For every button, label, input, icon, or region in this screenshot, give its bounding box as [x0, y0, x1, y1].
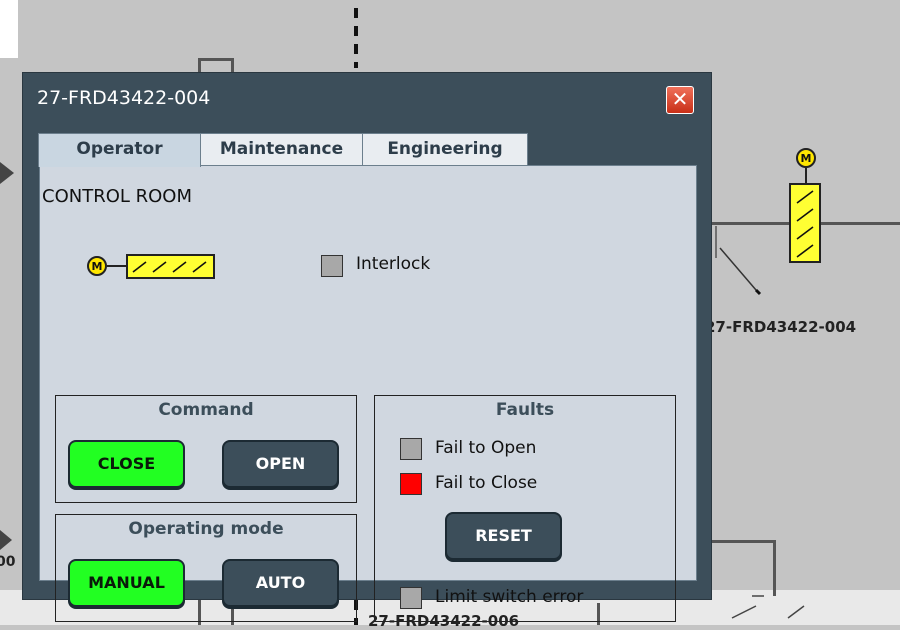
- reset-button[interactable]: RESET: [445, 512, 562, 560]
- left-edge-text: 00: [0, 554, 16, 570]
- interlock-indicator: [321, 255, 343, 277]
- dashed-line-top: [354, 8, 358, 68]
- operating-mode-title: Operating mode: [128, 519, 284, 539]
- fail-to-close-label: Fail to Close: [435, 473, 538, 493]
- damper-valve-icon: [126, 254, 215, 279]
- motor-shaft: [107, 265, 127, 267]
- tab-maintenance[interactable]: Maintenance: [200, 133, 363, 165]
- close-icon[interactable]: ✕: [666, 86, 694, 114]
- fail-to-close-indicator: [400, 473, 422, 495]
- background-diagram-lines: [715, 226, 805, 619]
- pipe-segment: [198, 58, 234, 61]
- faults-group-title: Faults: [495, 400, 555, 420]
- operator-tab-panel: CONTROL ROOM M Interlock Command CLOSE O…: [39, 165, 697, 622]
- location-label: CONTROL ROOM: [42, 186, 192, 207]
- fail-to-open-indicator: [400, 438, 422, 460]
- flow-arrow-icon: [0, 530, 12, 550]
- limit-switch-error-label: Limit switch error: [435, 587, 584, 607]
- motor-stem: [805, 168, 807, 184]
- fail-to-open-label: Fail to Open: [435, 438, 537, 458]
- close-command-button[interactable]: CLOSE: [68, 440, 185, 488]
- open-command-button[interactable]: OPEN: [222, 440, 339, 488]
- valve-tag-label[interactable]: 27-FRD43422-004: [705, 318, 856, 336]
- damper-valve-icon[interactable]: [789, 183, 821, 263]
- command-group: Command CLOSE OPEN: [55, 395, 357, 503]
- background-white-strip: [0, 0, 18, 58]
- operating-mode-group: Operating mode MANUAL AUTO: [55, 514, 357, 622]
- tab-engineering[interactable]: Engineering: [362, 133, 528, 165]
- motor-icon: M: [87, 256, 107, 276]
- interlock-label: Interlock: [356, 254, 431, 274]
- manual-mode-button[interactable]: MANUAL: [68, 559, 185, 607]
- motor-icon[interactable]: M: [796, 148, 816, 168]
- command-group-title: Command: [158, 400, 254, 420]
- dialog-title: 27-FRD43422-004: [37, 87, 211, 109]
- valve-faceplate-dialog: 27-FRD43422-004 ✕ Operator Maintenance E…: [22, 72, 712, 622]
- faults-group: Faults Fail to Open Fail to Close RESET …: [374, 395, 676, 622]
- auto-mode-button[interactable]: AUTO: [222, 559, 339, 607]
- limit-switch-error-indicator: [400, 587, 422, 609]
- damper-blades-icon: [796, 190, 814, 258]
- damper-blades-icon: [132, 261, 207, 273]
- tab-operator[interactable]: Operator: [38, 133, 201, 167]
- flow-arrow-icon: [0, 162, 14, 184]
